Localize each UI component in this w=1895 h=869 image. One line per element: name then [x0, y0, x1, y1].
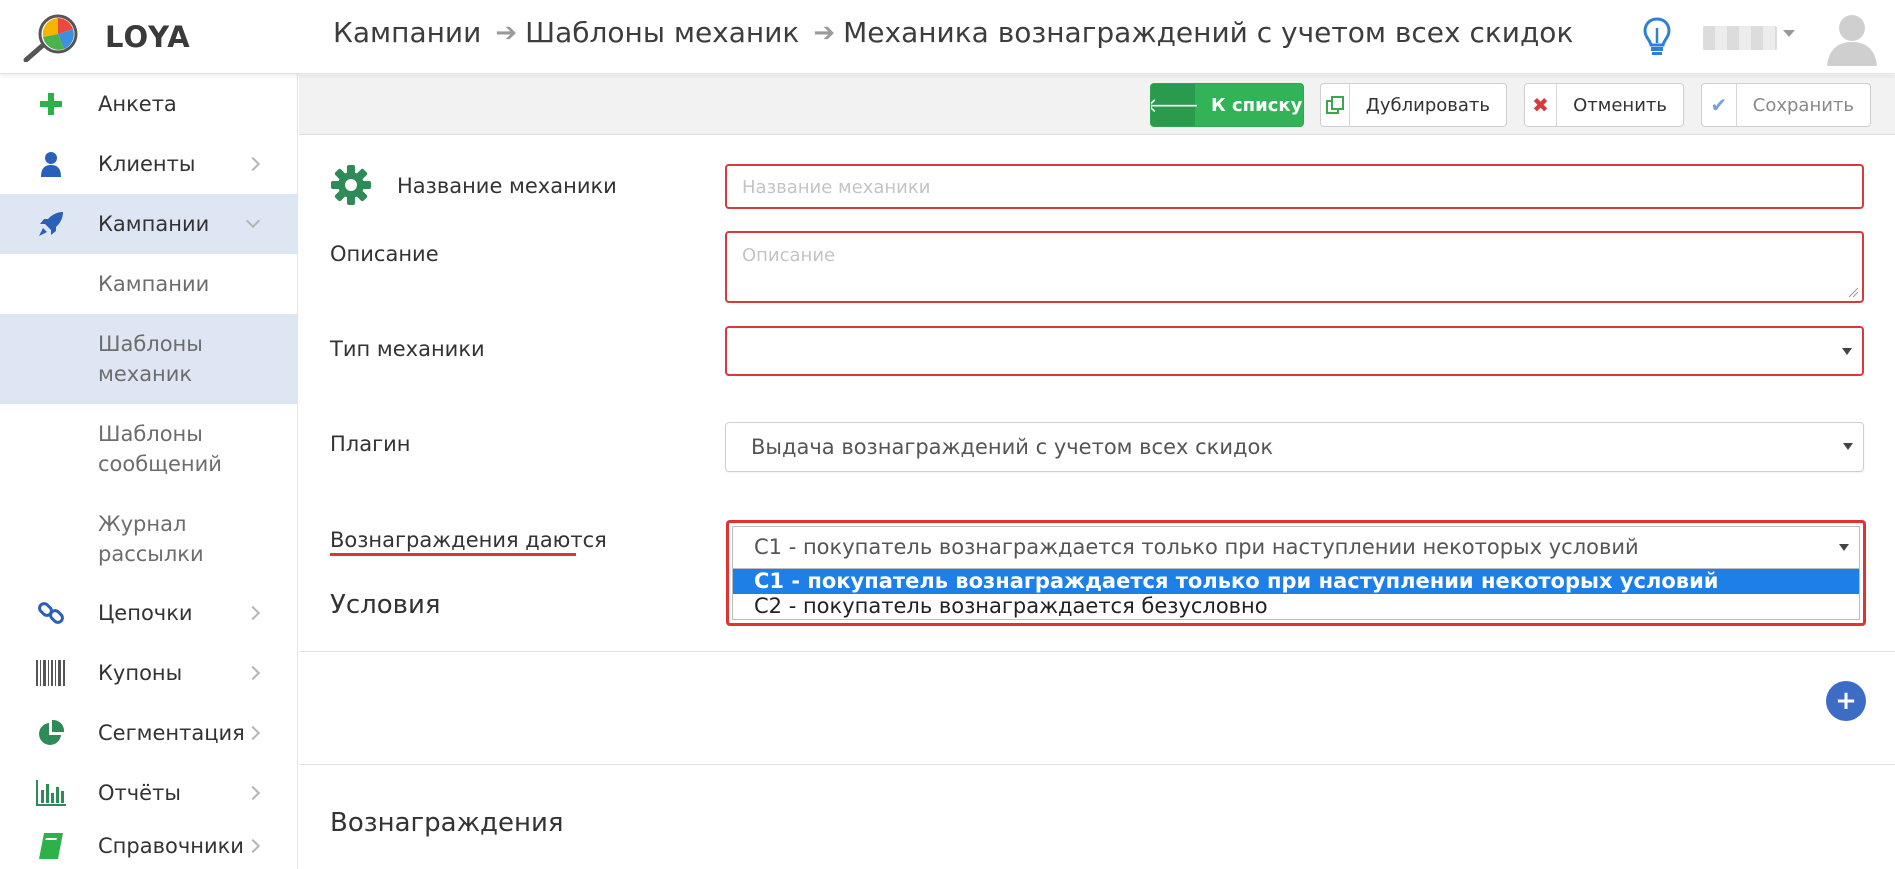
divider — [299, 764, 1895, 765]
rewards-given-select[interactable]: С1 - покупатель вознаграждается только п… — [732, 526, 1860, 568]
add-condition-button[interactable]: + — [1826, 681, 1866, 721]
rewards-given-label: Вознаграждения даются — [330, 528, 607, 552]
sidebar-subitem-mailing-log[interactable]: Журнал рассылки — [0, 494, 298, 584]
user-icon — [34, 147, 68, 181]
barcode-icon — [34, 656, 68, 690]
arrow-left-icon: 🡐 — [1151, 84, 1199, 126]
caret-down-icon — [1842, 348, 1852, 355]
plus-icon: + — [1835, 686, 1857, 716]
sidebar-subitem-label: Журнал рассылки — [98, 512, 204, 566]
caret-down-icon — [1839, 544, 1849, 551]
chevron-down-icon[interactable] — [1783, 30, 1795, 37]
user-name-blurred[interactable] — [1703, 26, 1777, 50]
rewards-dropdown-highlight: С1 - покупатель вознаграждается только п… — [726, 520, 1866, 626]
sidebar-item-reports[interactable]: Отчёты — [0, 763, 298, 823]
avatar[interactable] — [1823, 8, 1881, 66]
chevron-right-icon — [245, 785, 261, 801]
sidebar: Анкета Клиенты Кампании Кампании Шаблоны… — [0, 74, 298, 869]
rewards-options-list: С1 - покупатель вознаграждается только п… — [732, 568, 1860, 620]
check-icon: ✔ — [1702, 84, 1737, 126]
gear-icon — [331, 165, 371, 205]
book-icon — [34, 829, 68, 863]
breadcrumb: Кампании ➔ Шаблоны механик ➔ Механика во… — [333, 16, 1573, 49]
sidebar-item-directories[interactable]: Справочники — [0, 823, 298, 869]
plugin-select[interactable]: Выдача вознаграждений с учетом всех скид… — [725, 422, 1864, 472]
plugin-label: Плагин — [330, 432, 411, 456]
chevron-down-icon — [245, 213, 261, 229]
link-icon — [34, 596, 68, 630]
sidebar-item-coupons[interactable]: Купоны — [0, 643, 298, 703]
sidebar-subitem-message-templates[interactable]: Шаблоны сообщений — [0, 404, 298, 494]
chevron-right-icon — [245, 156, 261, 172]
toolbar: 🡐 К списку Дублировать ✖ Отменить ✔ Сохр… — [299, 75, 1895, 135]
description-label: Описание — [330, 242, 439, 266]
save-button[interactable]: ✔ Сохранить — [1701, 83, 1871, 127]
breadcrumb-item-campaigns[interactable]: Кампании — [333, 16, 481, 49]
lightbulb-icon[interactable] — [1642, 16, 1672, 58]
red-underline — [330, 553, 576, 556]
sidebar-item-chains[interactable]: Цепочки — [0, 583, 298, 643]
sidebar-subitem-campaigns[interactable]: Кампании — [0, 254, 298, 314]
rewards-option-c2[interactable]: С2 - покупатель вознаграждается безуслов… — [733, 594, 1859, 619]
sidebar-item-label: Отчёты — [98, 781, 181, 805]
sidebar-item-label: Сегментация — [98, 721, 245, 745]
mechanic-name-placeholder: Название механики — [742, 177, 931, 198]
sidebar-item-label: Кампании — [98, 212, 210, 236]
plugin-value: Выдача вознаграждений с учетом всех скид… — [751, 435, 1274, 459]
sidebar-item-segmentation[interactable]: Сегментация — [0, 703, 298, 763]
mechanic-name-label: Название механики — [397, 174, 617, 198]
arrow-right-icon: ➔ — [813, 17, 836, 48]
description-placeholder: Описание — [742, 245, 836, 266]
mechanic-type-label: Тип механики — [330, 337, 485, 361]
description-textarea[interactable]: Описание — [725, 231, 1864, 303]
sidebar-subitem-label: Шаблоны механик — [98, 332, 203, 386]
rewards-heading: Вознаграждения — [330, 808, 564, 838]
divider — [299, 651, 1895, 652]
top-header: LOYA Кампании ➔ Шаблоны механик ➔ Механи… — [0, 0, 1895, 74]
rewards-given-value: С1 - покупатель вознаграждается только п… — [754, 535, 1639, 559]
plus-icon — [34, 87, 68, 121]
sidebar-item-label: Купоны — [98, 661, 183, 685]
close-icon: ✖ — [1525, 84, 1558, 126]
bar-chart-icon — [34, 776, 68, 810]
conditions-heading: Условия — [330, 590, 441, 620]
chevron-right-icon — [245, 605, 261, 621]
sidebar-subitem-label: Шаблоны сообщений — [98, 422, 222, 476]
pie-chart-icon — [34, 716, 68, 750]
sidebar-item-label: Справочники — [98, 834, 244, 858]
sidebar-item-questionnaire[interactable]: Анкета — [0, 74, 298, 134]
cancel-button[interactable]: ✖ Отменить — [1524, 83, 1684, 127]
app-name: LOYA — [105, 20, 191, 54]
sidebar-subitem-mechanic-templates[interactable]: Шаблоны механик — [0, 314, 298, 404]
resize-handle-icon[interactable] — [1847, 286, 1859, 298]
rewards-option-c1[interactable]: С1 - покупатель вознаграждается только п… — [733, 569, 1859, 594]
back-to-list-button[interactable]: 🡐 К списку — [1150, 83, 1304, 127]
sidebar-item-clients[interactable]: Клиенты — [0, 134, 298, 194]
duplicate-button[interactable]: Дублировать — [1320, 83, 1507, 127]
mechanic-type-select[interactable] — [725, 326, 1864, 376]
sidebar-item-campaigns[interactable]: Кампании — [0, 194, 298, 254]
logo-icon[interactable] — [22, 14, 84, 62]
chevron-right-icon — [245, 665, 261, 681]
sidebar-item-label: Клиенты — [98, 152, 196, 176]
sidebar-subitem-label: Кампании — [98, 272, 210, 296]
breadcrumb-item-templates[interactable]: Шаблоны механик — [525, 16, 799, 49]
chevron-right-icon — [245, 725, 261, 741]
arrow-right-icon: ➔ — [495, 17, 518, 48]
mechanic-name-input[interactable]: Название механики — [725, 164, 1864, 209]
rocket-icon — [34, 207, 68, 241]
chevron-right-icon — [245, 838, 261, 854]
sidebar-item-label: Анкета — [98, 92, 177, 116]
caret-down-icon — [1843, 443, 1853, 450]
breadcrumb-item-current: Механика вознаграждений с учетом всех ск… — [843, 16, 1574, 49]
copy-icon — [1321, 84, 1350, 126]
sidebar-item-label: Цепочки — [98, 601, 193, 625]
